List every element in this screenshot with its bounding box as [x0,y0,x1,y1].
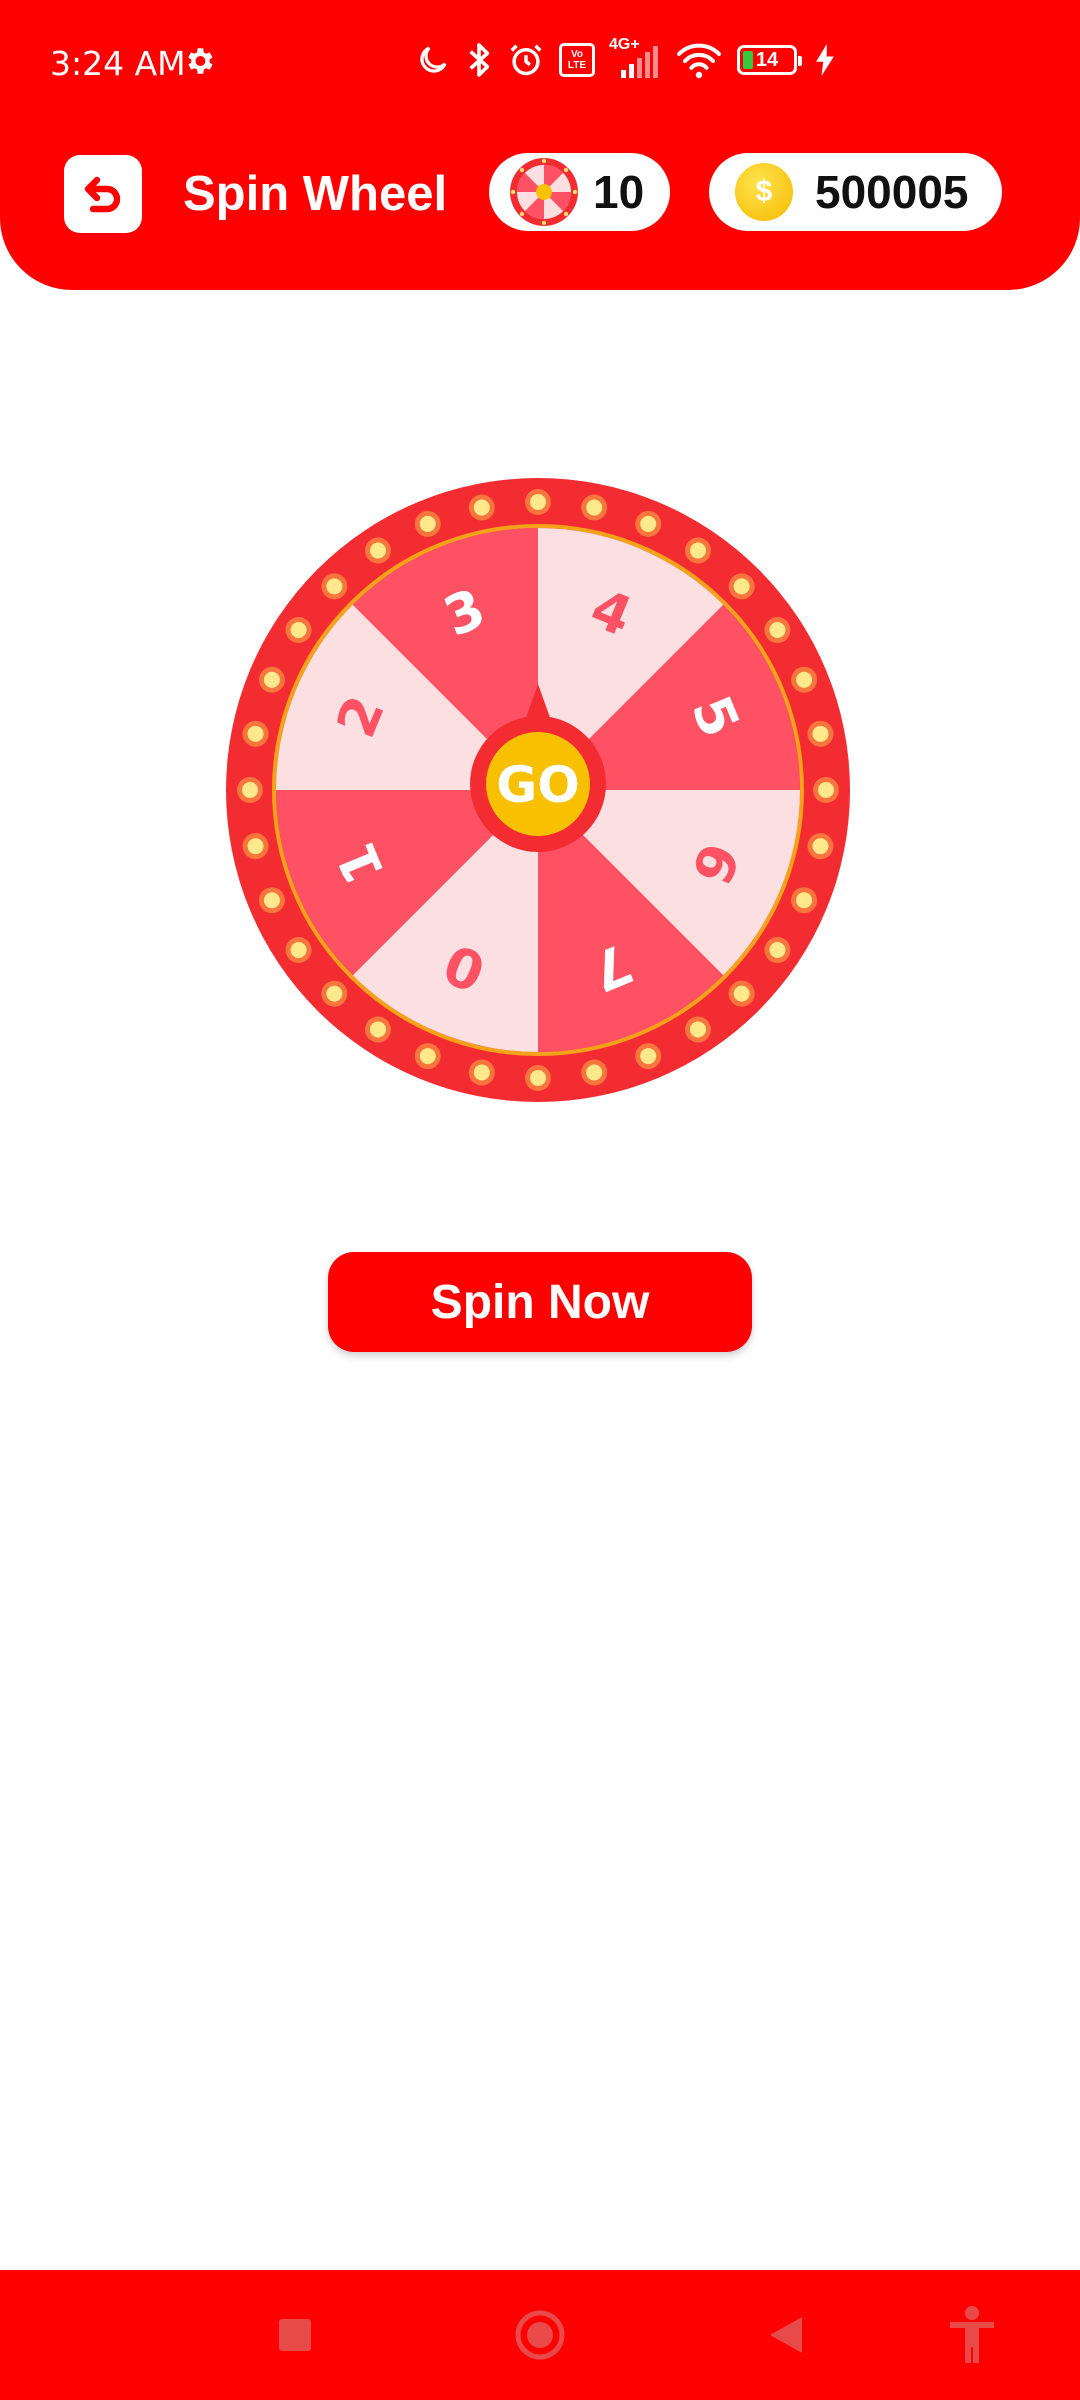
wheel-bulb [586,499,603,516]
wheel-bulb [326,578,343,595]
bluetooth-icon [469,43,490,77]
coins-counter: $ 500005 [709,153,1002,231]
header: 3:24 AM Vo LTE 4G+ 14 Spin Wheel 10 $ 50… [0,0,1080,290]
volte-bottom: LTE [567,60,587,71]
wheel-bulb [733,985,750,1002]
accessibility-icon [950,2306,994,2363]
wheel-bulb [796,892,813,909]
home-circle-icon [515,2310,565,2360]
wheel-bulb [473,1064,490,1081]
spins-counter: 10 [489,153,670,231]
wheel-bulb [263,671,280,688]
back-arrow-icon [84,176,121,213]
battery-icon: 14 [737,45,802,75]
charging-icon [816,44,834,76]
status-time: 3:24 AM [50,44,186,83]
volte-icon: Vo LTE [559,43,595,77]
wheel-bulb [530,1070,546,1086]
wheel-bulb [586,1064,603,1081]
wheel-bulb [640,1048,657,1065]
home-button[interactable] [508,2270,572,2400]
wheel-bulb [369,542,386,559]
spins-count: 10 [593,166,645,218]
triangle-back-icon [770,2317,802,2353]
wheel-bulb [419,515,436,532]
volte-top: Vo [570,49,584,60]
square-icon [279,2319,311,2351]
wheel-bulb [769,942,786,959]
status-bar: 3:24 AM Vo LTE 4G+ 14 [0,0,1080,130]
wheel-bulb [247,725,264,742]
status-icons: Vo LTE 4G+ 14 [415,36,835,80]
wheel-bulb [812,838,829,855]
moon-icon [420,46,447,73]
wheel-bulb [242,782,258,798]
signal-icon: 4G+ [609,36,661,80]
wheel-bulb [769,621,786,638]
wifi-icon [677,43,721,79]
accessibility-button[interactable] [940,2270,1004,2400]
wheel-bulb [473,499,490,516]
wheel-bulb [369,1021,386,1038]
navigation-bar [0,2270,1080,2400]
page-title: Spin Wheel [183,167,448,221]
coins-balance: 500005 [815,166,969,218]
back-nav-button[interactable] [756,2270,816,2400]
wheel-bulb [818,782,834,798]
wheel-bulb [640,515,657,532]
spin-now-button[interactable]: Spin Now [328,1252,752,1352]
recent-apps-button[interactable] [260,2270,330,2400]
back-button[interactable] [64,155,142,233]
wheel-bulb [290,621,307,638]
wheel-bulb [796,671,813,688]
wheel-bulb [247,838,264,855]
wheel-bulb [690,542,707,559]
wheel-bulb [733,578,750,595]
coin-icon: $ [735,163,793,221]
wheel-bulb [263,892,280,909]
wheel-bulb [326,985,343,1002]
go-button-label[interactable]: GO [496,756,580,814]
settings-gear-icon [188,48,213,74]
spin-wheel[interactable]: 0 7654321 GO [226,478,850,1102]
alarm-icon [510,44,542,76]
wheel-bulb [290,942,307,959]
mini-wheel-icon [510,158,578,226]
wheel-bulb [419,1048,436,1065]
wheel-bulb [812,725,829,742]
wheel-bulb [530,494,546,510]
battery-level: 14 [755,48,779,71]
wheel-bulb [690,1021,707,1038]
